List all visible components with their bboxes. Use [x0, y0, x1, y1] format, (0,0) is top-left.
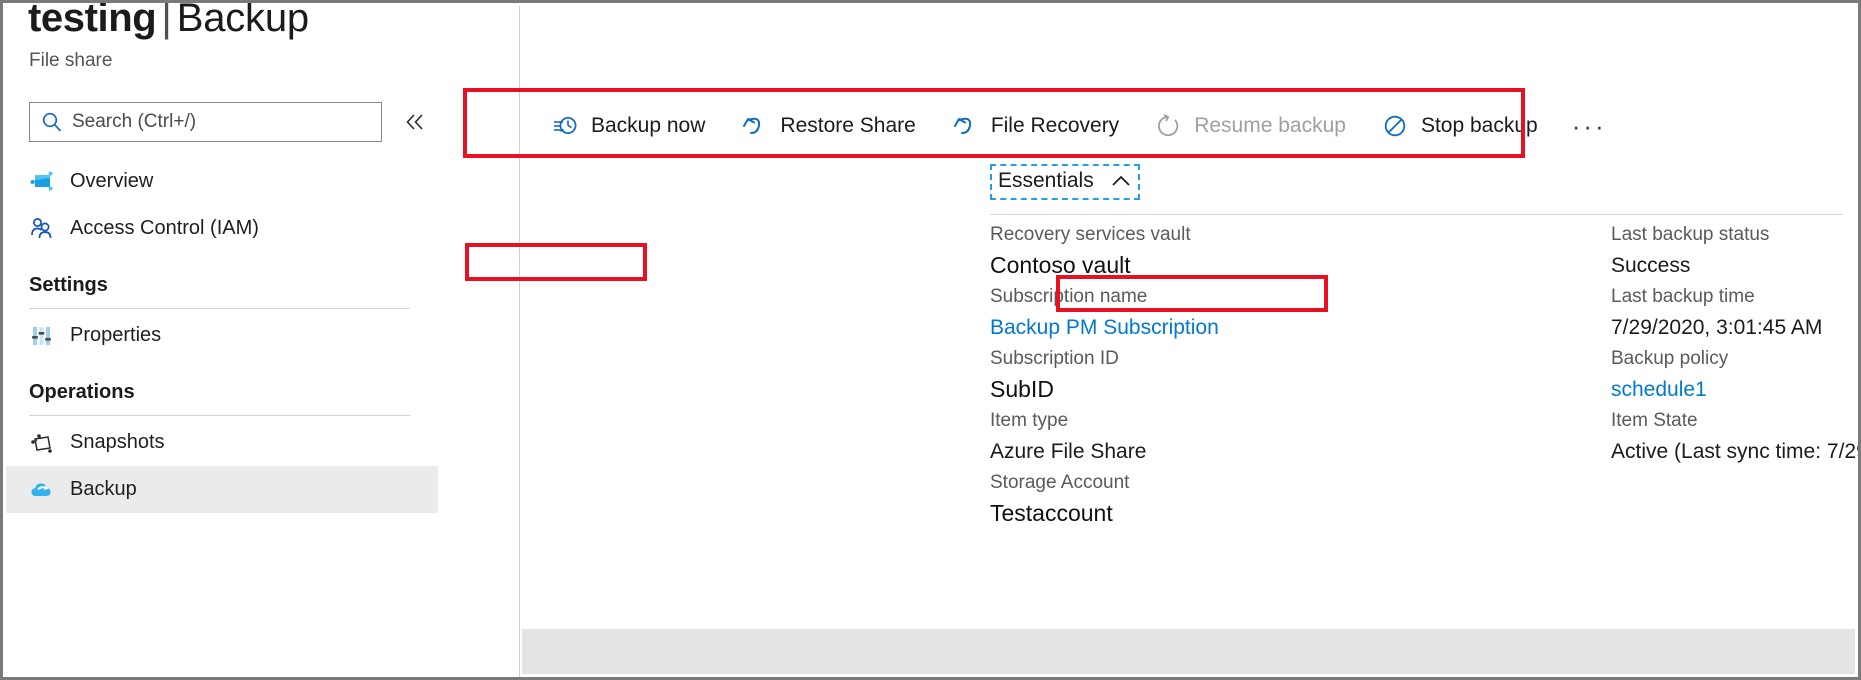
- field-label: Last backup status: [1611, 220, 1861, 250]
- restore-share-button[interactable]: Restore Share: [729, 103, 925, 149]
- divider: [29, 308, 410, 309]
- backup-cloud-icon: [29, 477, 59, 503]
- file-recovery-button[interactable]: File Recovery: [940, 103, 1129, 149]
- left-navigation-panel: testing|Backup File share Search (Ctrl+/…: [6, 6, 522, 680]
- field-last-backup-status: Last backup status Success: [1611, 220, 1861, 281]
- field-value: Contoso vault: [990, 250, 1550, 281]
- nav-group-title: Settings: [29, 274, 410, 297]
- field-value: Testaccount: [990, 498, 1550, 529]
- blade-name: Backup: [177, 0, 309, 40]
- sidebar-item-label: Access Control (IAM): [70, 217, 259, 240]
- sidebar-item-properties[interactable]: Properties: [6, 312, 438, 359]
- field-label: Item State: [1611, 406, 1861, 436]
- essentials-grid: Recovery services vault Contoso vault Su…: [522, 220, 1855, 626]
- field-value: SubID: [990, 374, 1550, 405]
- bottom-status-strip: [522, 629, 1855, 674]
- search-placeholder: Search (Ctrl+/): [72, 111, 196, 133]
- field-label: Item type: [990, 406, 1550, 436]
- field-value: Active (Last sync time: 7/29/2020, 3:02:…: [1611, 436, 1861, 467]
- stop-backup-button[interactable]: Stop backup: [1370, 103, 1548, 149]
- essentials-label: Essentials: [998, 169, 1094, 193]
- command-toolbar: Backup now Restore Share: [522, 95, 1855, 157]
- sidebar-item-overview[interactable]: Overview: [6, 158, 438, 205]
- chevron-up-icon: [1110, 173, 1132, 189]
- nav-group-operations: Operations: [6, 359, 438, 416]
- toolbar-button-label: Restore Share: [780, 114, 915, 138]
- field-subscription-name: Subscription name Backup PM Subscription: [990, 282, 1550, 343]
- more-commands-button[interactable]: ···: [1566, 111, 1613, 142]
- divider: [29, 415, 410, 416]
- field-last-backup-time: Last backup time 7/29/2020, 3:01:45 AM: [1611, 282, 1861, 343]
- sidebar-item-label: Properties: [70, 324, 161, 347]
- essentials-divider: [990, 214, 1843, 215]
- sidebar-item-label: Snapshots: [70, 431, 165, 454]
- toolbar-button-label: Backup now: [591, 114, 705, 138]
- resume-backup-button: Resume backup: [1143, 103, 1356, 149]
- sidebar-item-access-control[interactable]: Access Control (IAM): [6, 205, 438, 252]
- essentials-right-column: Last backup status Success Last backup t…: [1611, 220, 1861, 468]
- field-backup-policy: Backup policy schedule1: [1611, 344, 1861, 405]
- field-recovery-services-vault: Recovery services vault Contoso vault: [990, 220, 1550, 281]
- field-label: Last backup time: [1611, 282, 1861, 312]
- field-value: Success: [1611, 250, 1861, 281]
- field-item-state: Item State Active (Last sync time: 7/29/…: [1611, 406, 1861, 467]
- toolbar-button-label: Resume backup: [1194, 114, 1346, 138]
- field-label: Storage Account: [990, 468, 1550, 498]
- search-input[interactable]: Search (Ctrl+/): [29, 102, 382, 142]
- field-storage-account: Storage Account Testaccount: [990, 468, 1550, 529]
- sidebar-item-label: Backup: [70, 478, 137, 501]
- field-value-link[interactable]: schedule1: [1611, 374, 1861, 405]
- field-label: Backup policy: [1611, 344, 1861, 374]
- overview-icon: [29, 169, 59, 195]
- title-separator: |: [156, 0, 176, 40]
- people-icon: [29, 216, 59, 242]
- nav-group-settings: Settings: [6, 252, 438, 309]
- field-label: Subscription name: [990, 282, 1550, 312]
- backup-now-button[interactable]: Backup now: [540, 103, 715, 149]
- properties-icon: [29, 323, 59, 349]
- page-title: testing|Backup: [28, 0, 309, 41]
- field-subscription-id: Subscription ID SubID: [990, 344, 1550, 405]
- field-value: 7/29/2020, 3:01:45 AM: [1611, 312, 1861, 343]
- field-value-link[interactable]: Backup PM Subscription: [990, 312, 1550, 343]
- resource-type-label: File share: [29, 50, 112, 72]
- essentials-toggle[interactable]: Essentials: [990, 164, 1140, 200]
- field-value: Azure File Share: [990, 436, 1550, 467]
- resource-name: testing: [28, 0, 156, 40]
- sidebar-item-label: Overview: [70, 170, 153, 193]
- double-chevron-left-icon[interactable]: [399, 106, 431, 138]
- toolbar-button-label: Stop backup: [1421, 114, 1538, 138]
- sidebar-item-snapshots[interactable]: Snapshots: [6, 419, 438, 466]
- panel-divider: [519, 6, 520, 680]
- toolbar-button-label: File Recovery: [991, 114, 1119, 138]
- sidebar-item-backup[interactable]: Backup: [6, 466, 438, 513]
- nav-list: Overview Access Control (IAM) Settings: [6, 158, 438, 513]
- field-label: Recovery services vault: [990, 220, 1550, 250]
- essentials-left-column: Recovery services vault Contoso vault Su…: [990, 220, 1550, 530]
- stop-prohibited-icon: [1380, 111, 1410, 141]
- resume-circle-icon: [1153, 111, 1183, 141]
- search-icon: [41, 111, 63, 133]
- nav-group-title: Operations: [29, 381, 410, 404]
- restore-icon: [950, 111, 980, 141]
- field-item-type: Item type Azure File Share: [990, 406, 1550, 467]
- backup-now-icon: [550, 111, 580, 141]
- azure-portal-backup-blade: testing|Backup File share Search (Ctrl+/…: [0, 0, 1861, 680]
- main-content-panel: Backup now Restore Share: [522, 6, 1855, 674]
- restore-icon: [739, 111, 769, 141]
- field-label: Subscription ID: [990, 344, 1550, 374]
- snapshots-icon: [29, 430, 59, 456]
